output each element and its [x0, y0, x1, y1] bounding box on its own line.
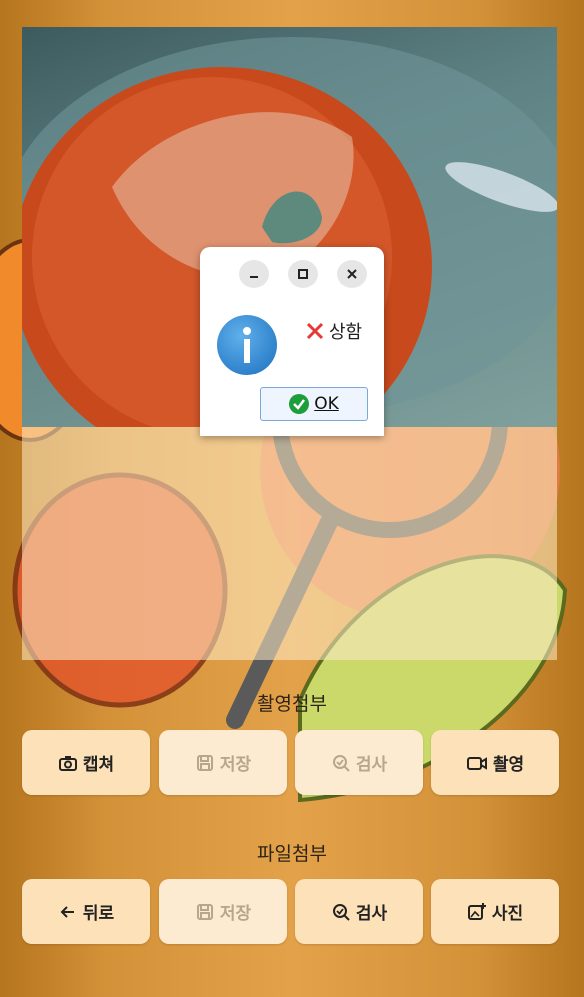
save-icon: [196, 754, 213, 771]
record-button[interactable]: 촬영: [431, 730, 559, 795]
capture-save-button[interactable]: 저장: [159, 730, 287, 795]
file-save-label: 저장: [219, 904, 252, 924]
back-button[interactable]: 뒤로: [22, 879, 150, 944]
preview-overlay: [22, 427, 557, 660]
save-icon: [196, 903, 213, 920]
search-check-icon: [332, 754, 350, 772]
check-icon: [289, 394, 310, 414]
photo-button[interactable]: 사진: [431, 879, 559, 944]
image-add-icon: [467, 902, 486, 920]
maximize-icon[interactable]: [288, 260, 318, 288]
arrow-left-icon: [60, 905, 74, 918]
capture-save-label: 저장: [219, 755, 252, 775]
capture-inspect-label: 검사: [355, 755, 388, 775]
back-button-label: 뒤로: [82, 904, 115, 924]
record-button-label: 촬영: [492, 755, 525, 775]
video-icon: [466, 756, 487, 770]
ok-button[interactable]: OK: [260, 387, 368, 421]
error-x-icon: [306, 322, 324, 340]
capture-inspect-button[interactable]: 검사: [295, 730, 423, 795]
capture-button[interactable]: 캡쳐: [22, 730, 150, 795]
photo-button-label: 사진: [491, 904, 524, 924]
close-icon[interactable]: [337, 260, 367, 288]
result-dialog: 상함 OK: [200, 247, 384, 436]
info-icon: [217, 315, 277, 375]
capture-button-label: 캡쳐: [82, 755, 115, 775]
dialog-message: 상함: [305, 318, 362, 344]
ok-button-label: OK: [314, 394, 339, 414]
file-inspect-button[interactable]: 검사: [295, 879, 423, 944]
search-check-icon: [332, 903, 350, 921]
camera-icon: [58, 755, 77, 771]
minimize-icon[interactable]: [239, 260, 269, 288]
dialog-message-text: 상함: [329, 322, 363, 343]
file-section-title: 파일첨부: [257, 843, 327, 865]
file-save-button[interactable]: 저장: [159, 879, 287, 944]
file-inspect-label: 검사: [355, 904, 388, 924]
capture-section-title: 촬영첨부: [257, 693, 327, 715]
